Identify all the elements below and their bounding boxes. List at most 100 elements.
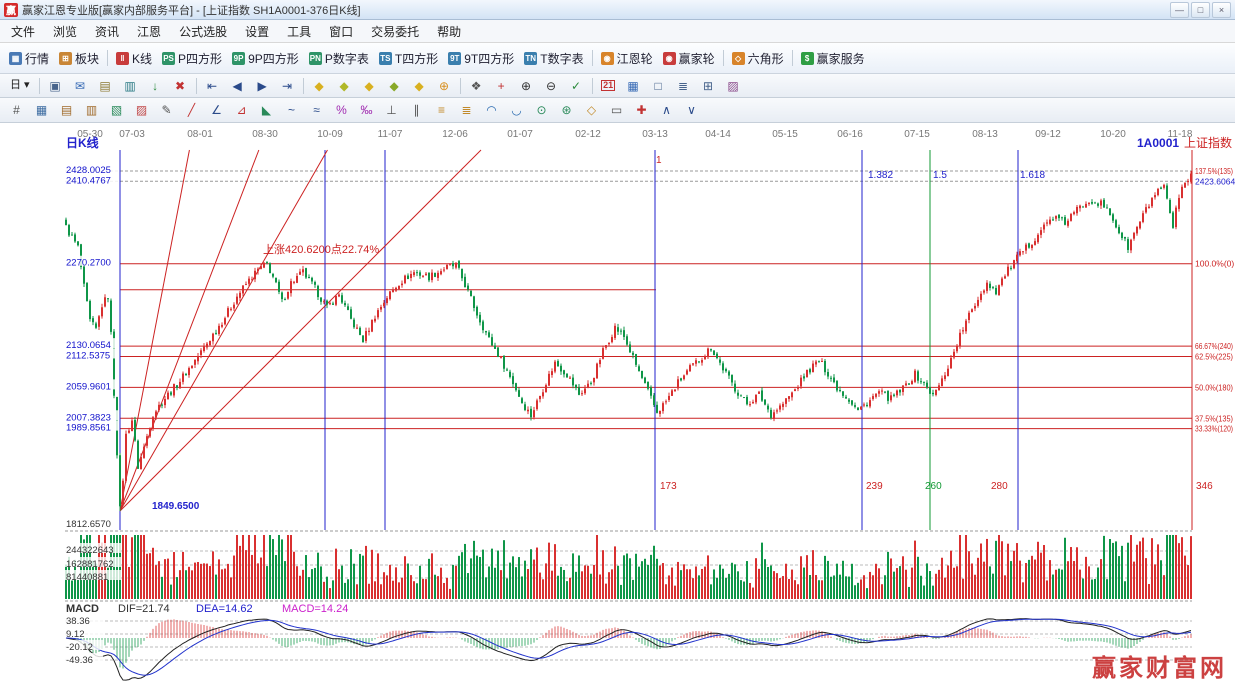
vertical-line-icon[interactable]: ⊥ — [379, 100, 404, 121]
circle-tool-icon[interactable]: ⊙ — [529, 100, 554, 121]
quotes-button[interactable]: ▦行情 — [4, 47, 54, 70]
peak-tool-icon[interactable]: ∧ — [654, 100, 679, 121]
pan-tool-icon[interactable]: ❖ — [464, 75, 489, 96]
grid-view-icon[interactable]: ⊞ — [696, 75, 721, 96]
last-bar-icon[interactable]: ⇥ — [275, 75, 300, 96]
gann-diamond-3-icon[interactable]: ◆ — [357, 75, 382, 96]
p-number-table-button[interactable]: PNP数字表 — [304, 47, 374, 70]
minimize-button[interactable]: — — [1170, 2, 1189, 18]
data-list-icon[interactable]: ≣ — [671, 75, 696, 96]
cycle-number-label: 346 — [1196, 481, 1213, 492]
circle-tool-icon: ⊙ — [536, 104, 546, 116]
gann-diamond-5-icon[interactable]: ◆ — [407, 75, 432, 96]
time-ladder-icon[interactable]: ▥ — [79, 100, 104, 121]
menu-item-浏览[interactable]: 浏览 — [44, 21, 86, 42]
menu-item-资讯[interactable]: 资讯 — [86, 21, 128, 42]
square-grid-icon[interactable]: ▦ — [29, 100, 54, 121]
shade-up-icon[interactable]: ▧ — [104, 100, 129, 121]
menu-item-窗口[interactable]: 窗口 — [320, 21, 362, 42]
trend-line-icon[interactable]: ╱ — [179, 100, 204, 121]
winner-wheel-button[interactable]: ◉赢家轮 — [658, 47, 720, 70]
arc-up-icon[interactable]: ◠ — [479, 100, 504, 121]
angle-line-icon[interactable]: ∠ — [204, 100, 229, 121]
p-square-button[interactable]: PSP四方形 — [157, 47, 227, 70]
report-icon: ▤ — [99, 80, 110, 92]
menu-item-设置[interactable]: 设置 — [236, 21, 278, 42]
calculator-icon[interactable]: ▨ — [721, 75, 746, 96]
speed-line-icon: ◣ — [262, 104, 271, 116]
wave-line-icon[interactable]: ~ — [279, 100, 304, 121]
snapshot-icon[interactable]: ▦ — [621, 75, 646, 96]
layout-icon[interactable]: ▣ — [43, 75, 68, 96]
valley-tool-icon[interactable]: ∨ — [679, 100, 704, 121]
menu-item-江恩[interactable]: 江恩 — [128, 21, 170, 42]
sectors-button[interactable]: ⊞板块 — [54, 47, 104, 70]
zoom-out-icon[interactable]: ⊖ — [539, 75, 564, 96]
close-button[interactable]: × — [1212, 2, 1231, 18]
t-square-button[interactable]: TST四方形 — [374, 47, 443, 70]
period-selector: 日 ▾ — [10, 80, 30, 91]
price-levels-icon[interactable]: ≣ — [454, 100, 479, 121]
menu-item-文件[interactable]: 文件 — [2, 21, 44, 42]
shade-up-icon: ▧ — [111, 104, 122, 116]
toolbar-separator — [460, 78, 461, 94]
hexagon-button[interactable]: ◇六角形 — [727, 47, 789, 70]
report-icon[interactable]: ▤ — [93, 75, 118, 96]
zoom-in-icon[interactable]: ⊕ — [514, 75, 539, 96]
quotes-grid-icon: ▦ — [9, 52, 22, 65]
speed-line-icon[interactable]: ◣ — [254, 100, 279, 121]
nine-t-square-button[interactable]: 9T9T四方形 — [443, 47, 519, 70]
measure-icon[interactable]: ✓ — [564, 75, 589, 96]
shade-down-icon[interactable]: ▨ — [129, 100, 154, 121]
permille-line-icon[interactable]: ‰ — [354, 100, 379, 121]
cycle-number-label: 173 — [660, 481, 677, 492]
gann-diamond-2-icon[interactable]: ◆ — [332, 75, 357, 96]
next-bar-icon: ▶ — [257, 80, 266, 92]
fib-time-label: 1 — [656, 155, 662, 166]
window-cascade-icon[interactable]: □ — [646, 75, 671, 96]
crosshair-icon[interactable]: + — [489, 75, 514, 96]
parallel-line-icon[interactable]: ∥ — [404, 100, 429, 121]
winner-service-button[interactable]: $赢家服务 — [796, 47, 870, 70]
fib-levels-icon[interactable]: ≡ — [429, 100, 454, 121]
macd-header-label: MACD — [66, 603, 99, 615]
maximize-button[interactable]: □ — [1191, 2, 1210, 18]
gann-grid-icon[interactable]: # — [4, 100, 29, 121]
gann-wheel-button[interactable]: ◉江恩轮 — [596, 47, 658, 70]
menu-item-帮助[interactable]: 帮助 — [428, 21, 470, 42]
date-axis-label: 10-09 — [317, 129, 343, 140]
download-icon: ↓ — [152, 80, 158, 92]
cross-tool-icon[interactable]: ✚ — [629, 100, 654, 121]
price-ladder-icon: ▤ — [61, 104, 72, 116]
gann-diamond-4-icon[interactable]: ◆ — [382, 75, 407, 96]
prev-bar-icon[interactable]: ◀ — [225, 75, 250, 96]
menu-item-交易委托[interactable]: 交易委托 — [362, 21, 428, 42]
nine-p-square-button[interactable]: 9P9P四方形 — [227, 47, 304, 70]
menu-item-公式选股[interactable]: 公式选股 — [170, 21, 236, 42]
kline-chart-canvas[interactable]: 05-3007-0308-0108-3010-0911-0712-0601-07… — [0, 123, 1235, 685]
double-wave-icon[interactable]: ≈ — [304, 100, 329, 121]
calendar-21-icon[interactable]: 21 — [596, 75, 621, 96]
kline-button[interactable]: ‖K线 — [111, 47, 157, 70]
menu-item-工具[interactable]: 工具 — [278, 21, 320, 42]
period-selector[interactable]: 日 ▾ — [4, 75, 36, 96]
mail-icon[interactable]: ✉ — [68, 75, 93, 96]
rhombus-tool-icon[interactable]: ◇ — [579, 100, 604, 121]
pencil-icon[interactable]: ✎ — [154, 100, 179, 121]
next-bar-icon[interactable]: ▶ — [250, 75, 275, 96]
box-tool-icon[interactable]: ▭ — [604, 100, 629, 121]
spiral-tool-icon[interactable]: ⊛ — [554, 100, 579, 121]
download-icon[interactable]: ↓ — [143, 75, 168, 96]
menu-bar: 文件浏览资讯江恩公式选股设置工具窗口交易委托帮助 — [0, 20, 1235, 43]
first-bar-icon[interactable]: ⇤ — [200, 75, 225, 96]
chart-mode-icon[interactable]: ▥ — [118, 75, 143, 96]
gann-diamond-1-icon[interactable]: ◆ — [307, 75, 332, 96]
percent-line-icon[interactable]: % — [329, 100, 354, 121]
cycle-number-label: 239 — [866, 481, 883, 492]
price-ladder-icon[interactable]: ▤ — [54, 100, 79, 121]
delete-icon[interactable]: ✖ — [168, 75, 193, 96]
t-number-table-button[interactable]: TNT数字表 — [519, 47, 588, 70]
gann-circle-icon[interactable]: ⊕ — [432, 75, 457, 96]
arc-down-icon[interactable]: ◡ — [504, 100, 529, 121]
gann-fan-icon[interactable]: ⊿ — [229, 100, 254, 121]
